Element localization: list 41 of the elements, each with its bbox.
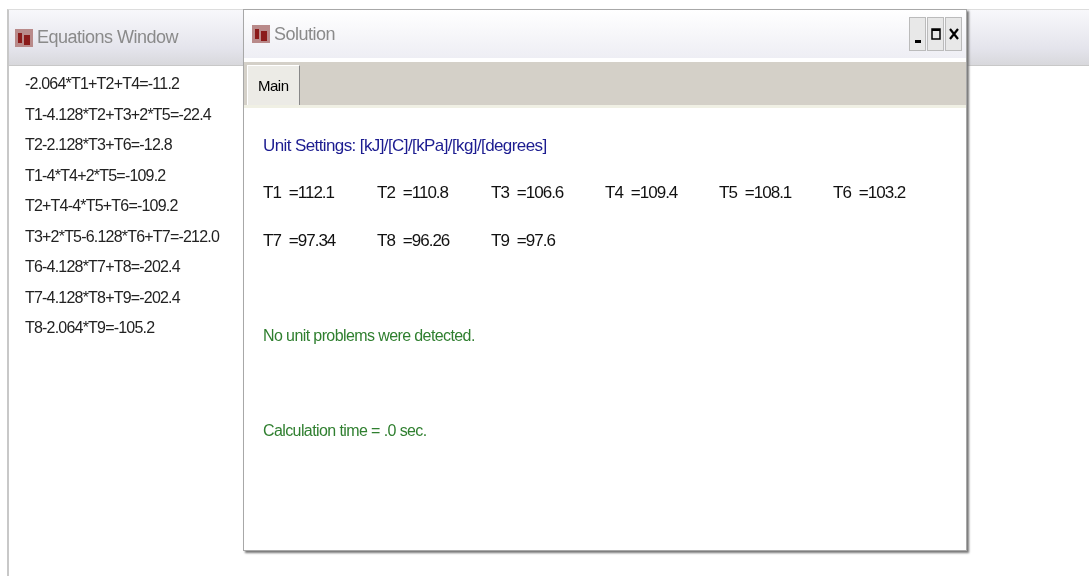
close-button[interactable] <box>945 17 962 51</box>
variable-name: T7 <box>263 231 281 251</box>
variable-name: T1 <box>263 183 281 203</box>
maximize-button[interactable] <box>927 17 944 51</box>
status-message: No unit problems were detected. <box>263 326 475 346</box>
variable-value: =103.2 <box>858 183 906 203</box>
maximize-icon <box>930 27 941 41</box>
tab[interactable]: Main <box>247 65 300 105</box>
variable-name: T9 <box>491 231 509 251</box>
minimize-button[interactable] <box>909 17 926 51</box>
equation-line: T1-4.128*T2+T3+2*T5=-22.4 <box>25 104 211 125</box>
variable-name: T3 <box>491 183 509 203</box>
equation-line: T2-2.128*T3+T6=-12.8 <box>25 135 172 155</box>
equation-line: T1-4*T4+2*T5=-109.2 <box>25 165 166 186</box>
variable-name: T5 <box>719 183 737 203</box>
window-title: Solution <box>274 23 336 45</box>
variable-value: =106.6 <box>516 183 564 203</box>
variable-name: T2 <box>377 183 395 203</box>
variable-value: =110.8 <box>402 183 449 203</box>
variable-value: =97.6 <box>516 231 555 251</box>
variable-value: =96.26 <box>402 231 450 251</box>
close-icon <box>948 27 959 41</box>
variable-value: =108.1 <box>744 183 792 203</box>
app-icon <box>252 25 270 43</box>
equation-line: T8-2.064*T9=-105.2 <box>25 318 155 338</box>
variable-value: =109.4 <box>630 183 678 203</box>
unit-settings: Unit Settings: [kJ]/[C]/[kPa]/[kg]/[degrees] <box>263 136 548 156</box>
equation-line: -2.064*T1+T2+T4=-11.2 <box>25 74 180 94</box>
variable-name: T8 <box>377 231 395 251</box>
equation-line: T6-4.128*T7+T8=-202.4 <box>25 257 180 277</box>
variable-value: =97.34 <box>288 231 336 251</box>
variable-name: T4 <box>605 183 623 203</box>
minimize-icon <box>914 39 921 43</box>
equation-line: T7-4.128*T8+T9=-202.4 <box>25 287 180 308</box>
equation-line: T3+2*T5-6.128*T6+T7=-212.0 <box>25 226 219 247</box>
variable-value: =112.1 <box>288 183 335 203</box>
window-title: Equations Window <box>37 27 179 48</box>
equation-line: T2+T4-4*T5+T6=-109.2 <box>25 196 178 216</box>
variable-name: T6 <box>833 183 851 203</box>
status-message: Calculation time = .0 sec. <box>263 421 427 441</box>
app-icon <box>15 28 33 47</box>
